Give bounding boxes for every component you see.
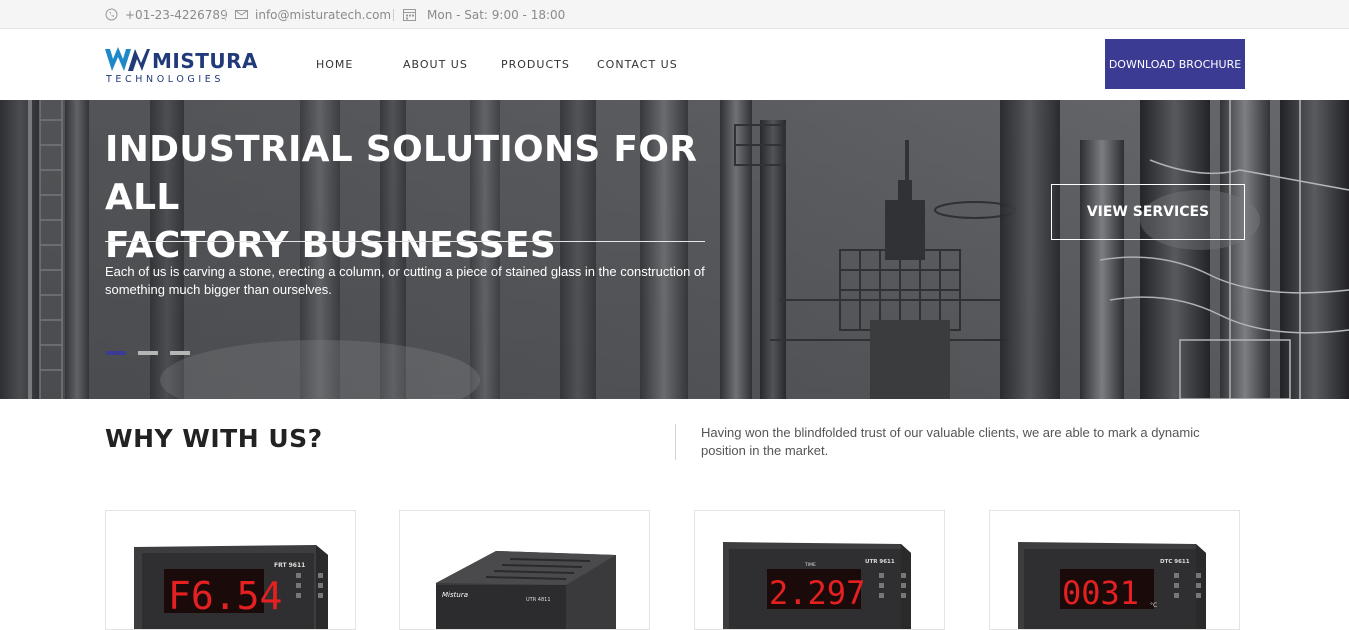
- download-brochure-button[interactable]: DOWNLOAD BROCHURE: [1105, 39, 1245, 89]
- logo-tagline: TECHNOLOGIES: [106, 74, 224, 85]
- phone-info[interactable]: +01-23-4226789: [105, 0, 228, 29]
- calendar-icon: [403, 8, 416, 21]
- dtc-9611-controller-image: 0031 °C DTC 9611: [1018, 542, 1206, 629]
- utr-4811-model-label: UTR 4811: [526, 597, 551, 603]
- view-services-button[interactable]: VIEW SERVICES: [1051, 184, 1245, 240]
- hero-title: INDUSTRIAL SOLUTIONS FOR ALL FACTORY BUS…: [105, 126, 745, 270]
- utr-9611-display: 2.297: [769, 574, 865, 612]
- separator: [225, 9, 226, 21]
- frt-9611-controller-image: F6.54 FRT 9611: [134, 545, 328, 629]
- product-card-utr-9611[interactable]: TIME 2.297 UTR 9611: [694, 510, 945, 630]
- main-header: MISTURA TECHNOLOGIES HOME ABOUT US PRODU…: [0, 29, 1349, 100]
- phone-icon: [105, 8, 118, 21]
- frt-9611-model-label: FRT 9611: [274, 562, 305, 569]
- slider-dot-1[interactable]: [106, 351, 126, 355]
- top-info-bar: +01-23-4226789 info@misturatech.com Mon …: [0, 0, 1349, 29]
- why-section-title: WHY WITH US?: [105, 424, 323, 453]
- logo-wordmark: MISTURA: [152, 49, 259, 73]
- utr-4811-brand-label: Mistura: [442, 591, 468, 599]
- utr-9611-model-label: UTR 9611: [865, 559, 895, 565]
- email-info[interactable]: info@misturatech.com: [235, 0, 391, 29]
- logo-mark-icon: [105, 47, 150, 71]
- separator: [393, 9, 394, 21]
- hero-description: Each of us is carving a stone, erecting …: [105, 264, 705, 297]
- utr-9611-controller-image: TIME 2.297 UTR 9611: [723, 542, 911, 629]
- why-description: Having won the blindfolded trust of our …: [701, 425, 1200, 458]
- hero-divider: [105, 241, 705, 242]
- product-card-frt-9611[interactable]: F6.54 FRT 9611: [105, 510, 356, 630]
- hero-title-line-1: INDUSTRIAL SOLUTIONS FOR ALL: [105, 129, 698, 218]
- nav-products[interactable]: PRODUCTS: [501, 29, 570, 100]
- phone-number: +01-23-4226789: [125, 7, 228, 22]
- product-card-dtc-9611[interactable]: 0031 °C DTC 9611: [989, 510, 1240, 630]
- hours-info: Mon - Sat: 9:00 - 18:00: [403, 0, 565, 29]
- why-divider: [675, 424, 676, 460]
- dtc-9611-display: 0031: [1062, 574, 1139, 612]
- product-card-utr-4811[interactable]: Mistura UTR 4811: [399, 510, 650, 630]
- nav-contact-us[interactable]: CONTACT US: [597, 29, 678, 100]
- slider-dot-2[interactable]: [138, 351, 158, 355]
- frt-9611-display: F6.54: [168, 574, 282, 618]
- utr-4811-controller-image: Mistura UTR 4811: [436, 551, 616, 629]
- utr-9611-time-label: TIME: [804, 562, 816, 568]
- envelope-icon: [235, 8, 248, 21]
- mistura-logo[interactable]: MISTURA TECHNOLOGIES: [104, 43, 264, 87]
- business-hours: Mon - Sat: 9:00 - 18:00: [427, 7, 566, 22]
- slider-dot-3[interactable]: [170, 351, 190, 355]
- email-address: info@misturatech.com: [255, 7, 392, 22]
- nav-home[interactable]: HOME: [316, 29, 353, 100]
- nav-about-us[interactable]: ABOUT US: [403, 29, 468, 100]
- dtc-9611-model-label: DTC 9611: [1160, 559, 1190, 565]
